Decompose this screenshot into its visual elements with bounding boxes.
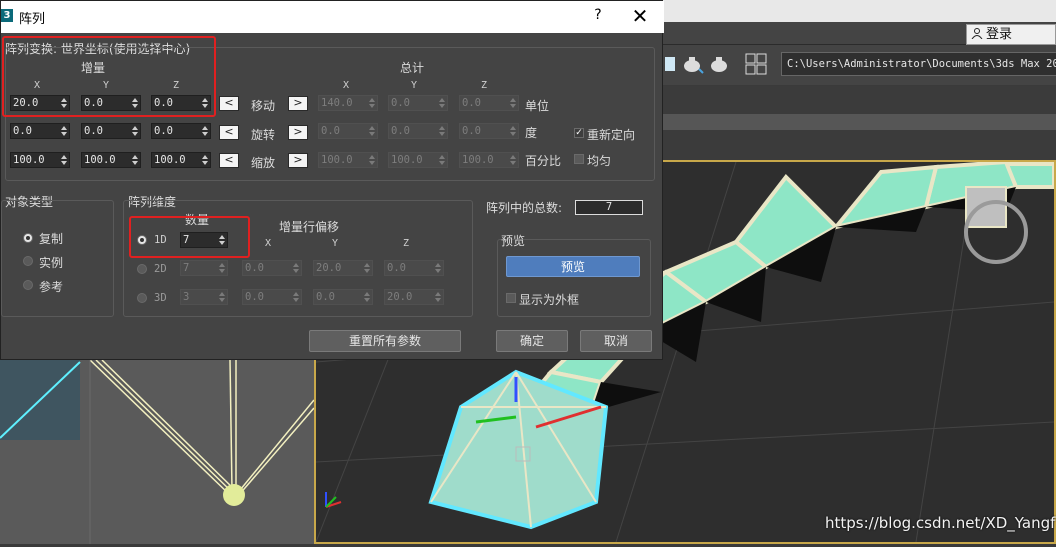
scale-tot-z: 100.0 <box>459 152 519 168</box>
app-logo-icon: 3 <box>1 9 13 22</box>
rotate-inc-y[interactable]: 0.0 <box>81 123 141 139</box>
array-dialog: 3 阵列 ? ✕ 阵列变换: 世界坐标(使用选择中心) 增量 总计 X Y Z … <box>0 0 664 360</box>
dim-2d-radio[interactable] <box>137 264 147 274</box>
total-in-array-label: 阵列中的总数: <box>486 201 563 215</box>
scale-inc-y[interactable]: 100.0 <box>81 152 141 168</box>
scale-tot-x: 100.0 <box>318 152 378 168</box>
scale-inc-x[interactable]: 100.0 <box>10 152 70 168</box>
help-button[interactable]: ? <box>589 7 607 23</box>
dim-2d-count: 7 <box>180 260 228 276</box>
preview-title: 预览 <box>501 234 526 248</box>
tot-y-header: Y <box>411 80 418 91</box>
reorient-checkbox[interactable]: ✓ <box>574 128 584 138</box>
offset-y-header: Y <box>332 238 339 249</box>
dim-2d-offset-y: 20.0 <box>313 260 373 276</box>
dialog-titlebar[interactable]: 3 阵列 ? ✕ <box>1 1 664 33</box>
ok-button[interactable]: 确定 <box>496 330 568 352</box>
dim-3d-count: 3 <box>180 289 228 305</box>
rotate-right-arrow[interactable]: > <box>288 125 308 140</box>
show-as-box-label: 显示为外框 <box>519 293 580 307</box>
totals-label: 总计 <box>400 61 425 75</box>
close-button[interactable]: ✕ <box>627 4 653 28</box>
rotate-tot-y: 0.0 <box>388 123 448 139</box>
offset-x-header: X <box>265 238 272 249</box>
instance-label: 实例 <box>39 256 64 270</box>
reference-radio[interactable] <box>23 280 33 290</box>
uniform-label: 均匀 <box>587 154 612 168</box>
login-label: 登录 <box>986 27 1013 42</box>
left-viewport[interactable] <box>0 359 315 544</box>
tot-z-header: Z <box>481 80 488 91</box>
move-unit: 单位 <box>525 99 550 113</box>
dim-3d-offset-y: 0.0 <box>313 289 373 305</box>
copy-label: 复制 <box>39 232 64 246</box>
rotate-unit: 度 <box>525 126 538 140</box>
dim-3d-radio[interactable] <box>137 293 147 303</box>
cancel-button[interactable]: 取消 <box>580 330 652 352</box>
layout-grid-icon[interactable] <box>743 51 769 77</box>
reference-label: 参考 <box>39 280 64 294</box>
render-teapot-icon[interactable] <box>679 51 705 77</box>
scale-right-arrow[interactable]: > <box>288 153 308 168</box>
total-in-array-value: 7 <box>575 200 643 215</box>
move-right-arrow[interactable]: > <box>288 96 308 111</box>
panel-strip <box>663 130 1056 160</box>
rotate-left-arrow[interactable]: < <box>219 125 239 140</box>
move-tot-y: 0.0 <box>388 95 448 111</box>
copy-radio[interactable] <box>23 233 33 243</box>
watermark: https://blog.csdn.net/XD_Yangf <box>825 514 1056 532</box>
dim-2d-label: 2D <box>154 263 167 275</box>
rotate-tot-x: 0.0 <box>318 123 378 139</box>
command-row <box>663 86 1056 114</box>
user-icon <box>971 28 983 39</box>
move-left-arrow[interactable]: < <box>219 96 239 111</box>
dim-2d-offset-x: 0.0 <box>242 260 302 276</box>
dim-3d-offset-z: 20.0 <box>384 289 444 305</box>
rotate-tot-z: 0.0 <box>459 123 519 139</box>
scale-unit: 百分比 <box>525 154 562 168</box>
show-as-box-checkbox[interactable] <box>506 293 516 303</box>
project-path-field[interactable]: C:\Users\Administrator\Documents\3ds Max… <box>781 52 1056 76</box>
reset-all-button[interactable]: 重置所有参数 <box>309 330 461 352</box>
render-teapot-cloud-icon[interactable] <box>707 51 733 77</box>
tab-strip <box>663 114 1056 130</box>
scale-label: 缩放 <box>251 156 276 170</box>
left-viewport-scene <box>0 359 315 544</box>
dialog-title: 阵列 <box>19 12 46 27</box>
instance-radio[interactable] <box>23 256 33 266</box>
rotate-inc-x[interactable]: 0.0 <box>10 123 70 139</box>
login-button[interactable]: 登录 <box>966 24 1056 45</box>
scale-tot-y: 100.0 <box>388 152 448 168</box>
rotate-inc-z[interactable]: 0.0 <box>151 123 211 139</box>
annotation-box-count <box>129 216 250 258</box>
offset-z-header: Z <box>403 238 410 249</box>
move-tot-z: 0.0 <box>459 95 519 111</box>
move-tot-x: 140.0 <box>318 95 378 111</box>
dim-3d-label: 3D <box>154 292 167 304</box>
reorient-label: 重新定向 <box>587 128 636 142</box>
scale-inc-z[interactable]: 100.0 <box>151 152 211 168</box>
dim-2d-offset-z: 0.0 <box>384 260 444 276</box>
preview-button[interactable]: 预览 <box>506 256 640 277</box>
tot-x-header: X <box>343 80 350 91</box>
annotation-box-increment <box>2 36 216 117</box>
dim-3d-offset-x: 0.0 <box>242 289 302 305</box>
scale-left-arrow[interactable]: < <box>219 153 239 168</box>
uniform-checkbox[interactable] <box>574 154 584 164</box>
offset-label: 增量行偏移 <box>279 220 340 234</box>
rotate-label: 旋转 <box>251 128 276 142</box>
move-label: 移动 <box>251 99 276 113</box>
